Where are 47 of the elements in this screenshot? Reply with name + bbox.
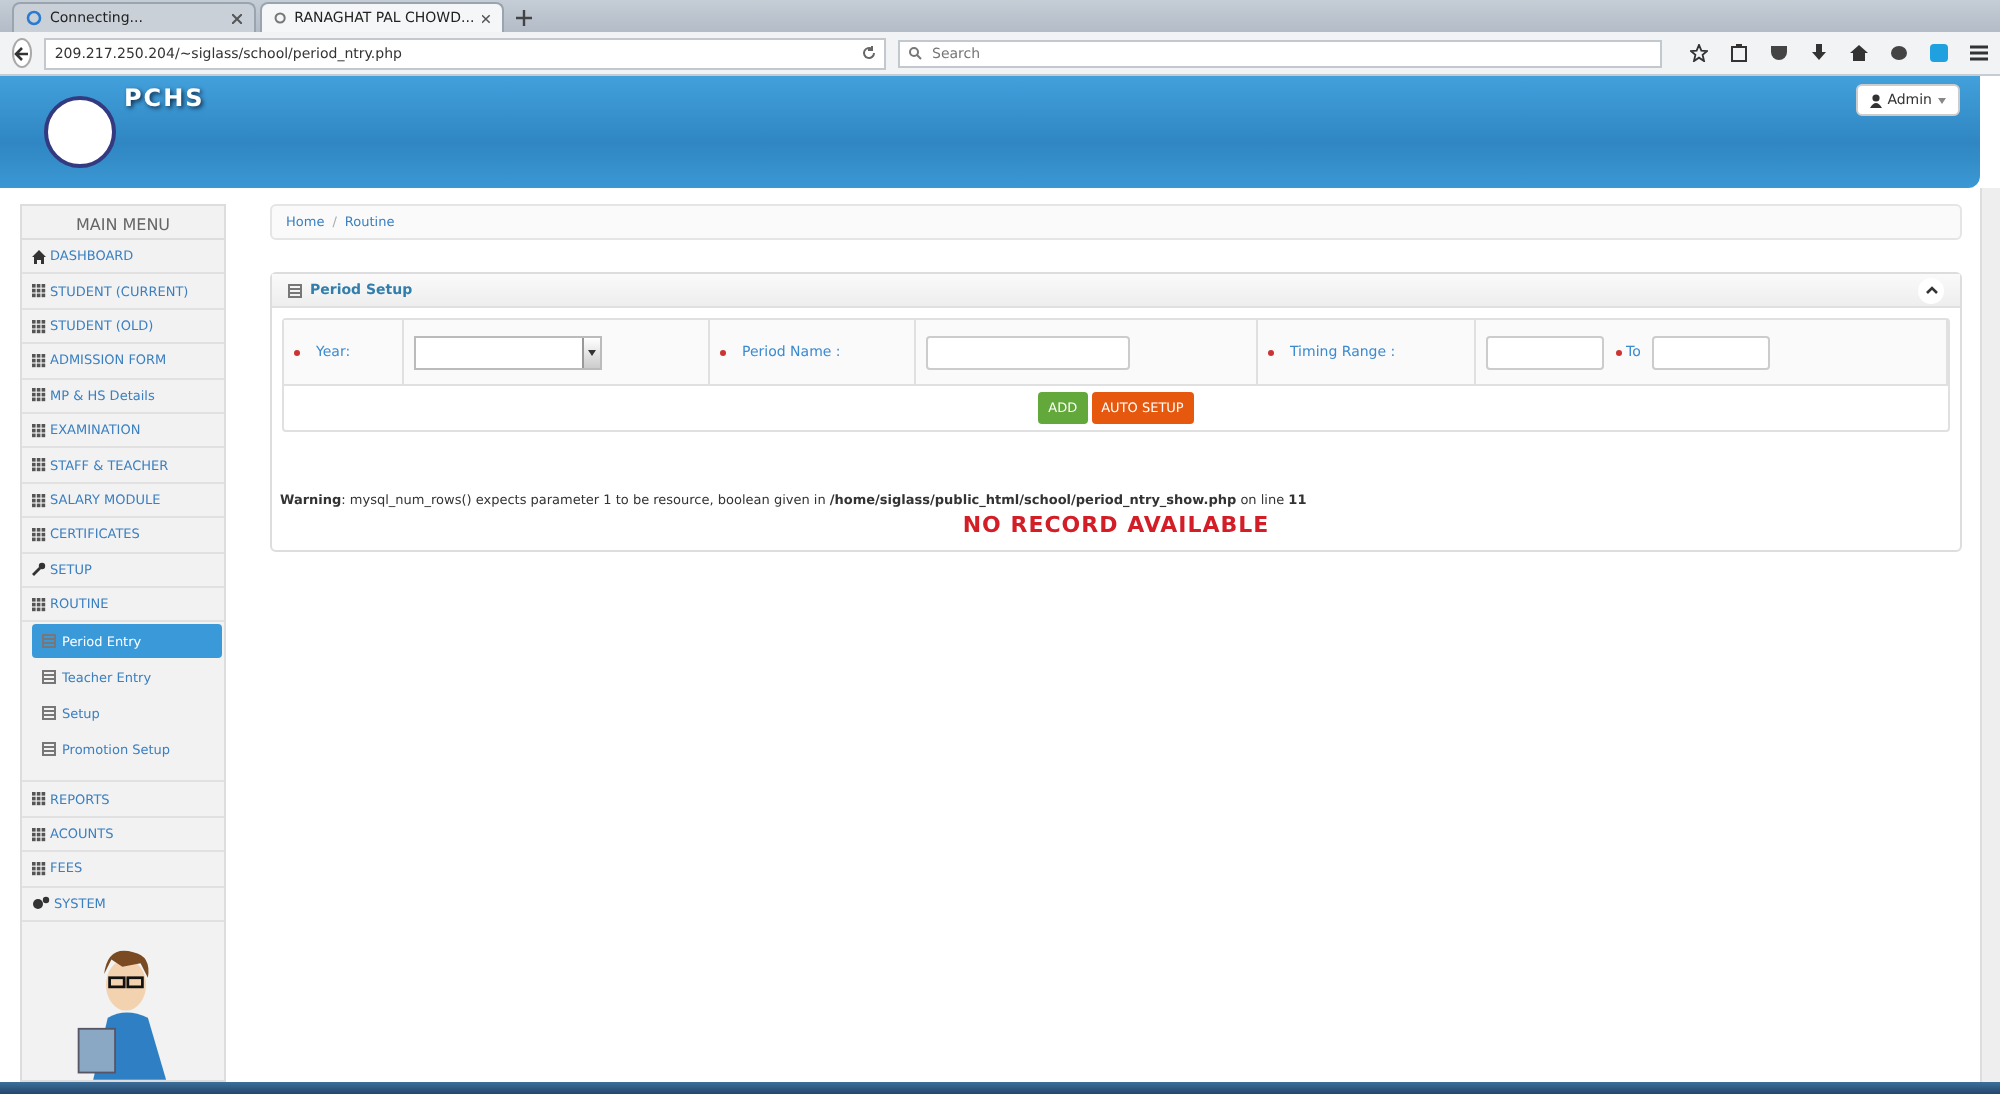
required-dot-icon	[1616, 349, 1622, 355]
clipboard-icon[interactable]	[1730, 44, 1748, 62]
table-icon	[42, 706, 56, 721]
download-icon[interactable]	[1810, 44, 1828, 62]
back-button[interactable]	[12, 38, 33, 68]
grid-icon	[32, 284, 46, 299]
collapse-button[interactable]	[1918, 277, 1944, 303]
grid-icon	[32, 827, 46, 842]
home-icon[interactable]	[1850, 44, 1868, 62]
required-dot-icon	[720, 349, 726, 355]
chevron-up-icon	[1925, 286, 1937, 294]
star-icon[interactable]	[1690, 44, 1708, 62]
grid-icon	[32, 792, 46, 807]
grid-icon	[32, 458, 46, 473]
required-dot-icon	[1268, 349, 1274, 355]
gears-icon	[32, 896, 50, 911]
input-field[interactable]	[926, 335, 1130, 369]
close-icon[interactable]	[232, 13, 242, 23]
table-icon	[288, 283, 302, 297]
grid-icon	[32, 388, 46, 403]
input-field[interactable]	[1652, 335, 1771, 369]
caret-icon	[1938, 97, 1946, 103]
grid-icon	[32, 597, 46, 612]
empty-message: NO RECORD AVAILABLE	[960, 512, 1272, 538]
user-icon	[1869, 93, 1882, 107]
grid-icon	[32, 527, 46, 542]
required-dot-icon	[294, 349, 300, 355]
grid-icon	[32, 353, 46, 368]
grid-icon	[32, 423, 46, 438]
scrollbar[interactable]	[1980, 188, 2000, 1082]
table-icon	[42, 634, 56, 649]
school-logo	[44, 96, 116, 168]
new-tab-icon[interactable]	[516, 10, 532, 26]
sidebar-title: MAIN MENU	[22, 206, 224, 240]
reload-icon[interactable]	[862, 46, 876, 60]
grid-icon	[32, 493, 46, 508]
caret-icon	[588, 349, 596, 355]
logo-text: PCHS	[124, 84, 205, 112]
input-field[interactable]	[1486, 335, 1604, 369]
menu-icon[interactable]	[1970, 44, 1988, 62]
close-icon[interactable]	[482, 13, 490, 23]
home-icon	[32, 249, 46, 264]
grid-icon	[32, 861, 46, 876]
table-icon	[42, 742, 56, 757]
grid-icon	[32, 319, 46, 334]
wrench-icon	[32, 562, 46, 577]
table-icon	[42, 670, 56, 685]
